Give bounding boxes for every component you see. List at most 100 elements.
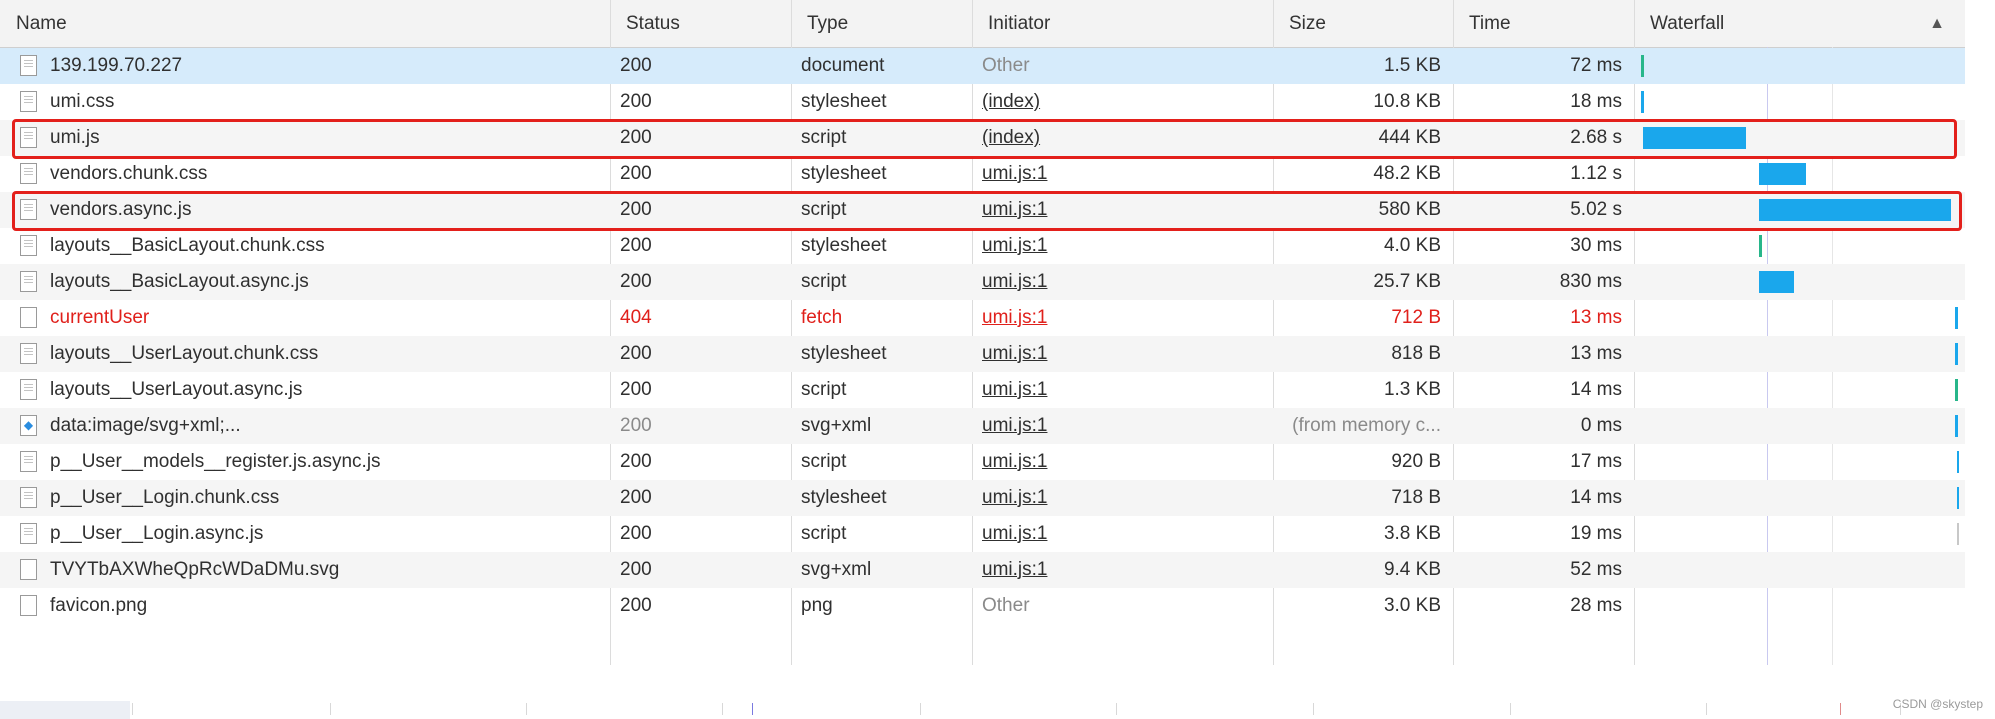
cell-initiator[interactable]: umi.js:1 <box>982 300 1273 336</box>
initiator-link[interactable]: umi.js:1 <box>982 451 1047 472</box>
overview-tick <box>1510 703 1511 715</box>
cell-status: 200 <box>620 379 652 400</box>
document-icon <box>20 523 37 544</box>
cell-type: script <box>801 523 847 544</box>
cell-type: script <box>801 379 847 400</box>
document-icon <box>20 343 37 364</box>
cell-type: stylesheet <box>801 163 887 184</box>
table-row[interactable]: umi.css 200 stylesheet (index) 10.8 KB 18 ms <box>0 84 1965 120</box>
overview-selection[interactable] <box>0 701 130 719</box>
cell-name: TVYTbAXWheQpRcWDaDMu.svg <box>50 559 340 580</box>
column-header-type[interactable]: Type <box>791 0 972 47</box>
network-request-table: Name Status Type Initiator Size Time Waterfall… <box>0 0 1995 665</box>
cell-size: 1.3 KB <box>1383 379 1441 400</box>
cell-initiator[interactable]: umi.js:1 <box>982 228 1273 264</box>
cell-type: script <box>801 451 847 472</box>
waterfall-bar[interactable] <box>1955 415 1959 437</box>
waterfall-bar[interactable] <box>1759 271 1795 293</box>
cell-initiator[interactable]: umi.js:1 <box>982 156 1273 192</box>
overview-tick <box>1313 703 1314 715</box>
cell-initiator[interactable]: umi.js:1 <box>982 480 1273 516</box>
initiator-link[interactable]: umi.js:1 <box>982 415 1047 436</box>
initiator-link[interactable]: umi.js:1 <box>982 163 1047 184</box>
cell-name: p__User__Login.async.js <box>50 523 264 544</box>
table-row[interactable]: p__User__Login.chunk.css 200 stylesheet umi… <box>0 480 1965 516</box>
table-row[interactable]: layouts__BasicLayout.chunk.css 200 stylesh… <box>0 228 1965 264</box>
cell-time: 72 ms <box>1570 55 1622 76</box>
initiator-link[interactable]: umi.js:1 <box>982 307 1047 328</box>
cell-initiator[interactable]: umi.js:1 <box>982 336 1273 372</box>
cell-time: 18 ms <box>1570 91 1622 112</box>
overview-tick <box>920 703 921 715</box>
highlight-box <box>12 191 1962 231</box>
table-row[interactable]: p__User__Login.async.js 200 script umi.js:1… <box>0 516 1965 552</box>
table-row[interactable]: layouts__BasicLayout.async.js 200 script um… <box>0 264 1965 300</box>
table-row[interactable]: p__User__models__register.js.async.js 200… <box>0 444 1965 480</box>
initiator-link[interactable]: (index) <box>982 91 1040 112</box>
waterfall-bar[interactable] <box>1957 523 1959 545</box>
cell-size: 10.8 KB <box>1373 91 1441 112</box>
table-row[interactable]: vendors.chunk.css 200 stylesheet umi.js:1 48… <box>0 156 1965 192</box>
cell-type: png <box>801 595 833 616</box>
waterfall-bar[interactable] <box>1640 55 1644 77</box>
column-header-waterfall[interactable]: Waterfall <box>1634 0 1965 47</box>
cell-initiator: Other <box>982 595 1030 616</box>
table-row[interactable]: layouts__UserLayout.async.js 200 script umi… <box>0 372 1965 408</box>
waterfall-bar[interactable] <box>1955 307 1959 329</box>
initiator-link[interactable]: umi.js:1 <box>982 271 1047 292</box>
table-row[interactable]: data:image/svg+xml;... 200 svg+xml umi.js:1… <box>0 408 1965 444</box>
sort-ascending-icon[interactable]: ▲ <box>1929 0 1945 47</box>
initiator-link[interactable]: umi.js:1 <box>982 343 1047 364</box>
cell-name: vendors.chunk.css <box>50 163 208 184</box>
column-header-status[interactable]: Status <box>610 0 791 47</box>
waterfall-bar[interactable] <box>1759 163 1806 185</box>
cell-initiator[interactable]: umi.js:1 <box>982 552 1273 588</box>
cell-type: script <box>801 271 847 292</box>
table-row[interactable]: TVYTbAXWheQpRcWDaDMu.svg 200 svg+xml umi.js… <box>0 552 1965 588</box>
table-row[interactable]: layouts__UserLayout.chunk.css 200 styleshe… <box>0 336 1965 372</box>
overview-tick <box>1116 703 1117 715</box>
initiator-link[interactable]: umi.js:1 <box>982 523 1047 544</box>
waterfall-bar[interactable] <box>1759 235 1763 257</box>
waterfall-bar[interactable] <box>1640 91 1644 113</box>
initiator-link[interactable]: umi.js:1 <box>982 487 1047 508</box>
cell-size: 920 B <box>1391 451 1441 472</box>
cell-initiator[interactable]: umi.js:1 <box>982 372 1273 408</box>
waterfall-bar[interactable] <box>1955 379 1959 401</box>
cell-name: 139.199.70.227 <box>50 55 183 76</box>
column-header-size[interactable]: Size <box>1273 0 1453 47</box>
table-row[interactable]: 139.199.70.227 200 document Other 1.5 KB 72 m… <box>0 48 1965 84</box>
overview-tick <box>1706 703 1707 715</box>
cell-type: stylesheet <box>801 235 887 256</box>
cell-initiator[interactable]: umi.js:1 <box>982 444 1273 480</box>
column-header-name[interactable]: Name <box>0 0 610 47</box>
column-header-time[interactable]: Time <box>1453 0 1634 47</box>
waterfall-bar[interactable] <box>1957 451 1959 473</box>
cell-name: currentUser <box>50 307 150 328</box>
cell-name: layouts__UserLayout.async.js <box>50 379 303 400</box>
cell-initiator[interactable]: (index) <box>982 84 1273 120</box>
column-header-initiator[interactable]: Initiator <box>972 0 1273 47</box>
cell-initiator[interactable]: umi.js:1 <box>982 516 1273 552</box>
cell-type: svg+xml <box>801 415 872 436</box>
initiator-link[interactable]: umi.js:1 <box>982 559 1047 580</box>
document-icon <box>20 487 37 508</box>
cell-type: document <box>801 55 885 76</box>
cell-initiator[interactable]: umi.js:1 <box>982 408 1273 444</box>
waterfall-bar[interactable] <box>1955 343 1959 365</box>
table-row[interactable]: currentUser 404 fetch umi.js:1 712 B 13 ms <box>0 300 1965 336</box>
waterfall-bar[interactable] <box>1957 487 1959 509</box>
table-header: Name Status Type Initiator Size Time Waterfall… <box>0 0 1965 48</box>
highlight-box <box>12 119 1957 159</box>
cell-time: 830 ms <box>1559 271 1622 292</box>
document-icon <box>20 91 37 112</box>
initiator-link[interactable]: umi.js:1 <box>982 379 1047 400</box>
cell-initiator[interactable]: umi.js:1 <box>982 264 1273 300</box>
overview-marker <box>1840 703 1841 715</box>
initiator-link[interactable]: umi.js:1 <box>982 235 1047 256</box>
cell-type: stylesheet <box>801 487 887 508</box>
cell-size: 4.0 KB <box>1383 235 1441 256</box>
cell-type: svg+xml <box>801 559 872 580</box>
cell-status: 200 <box>620 415 652 436</box>
table-row[interactable]: favicon.png 200 png Other 3.0 KB 28 ms <box>0 588 1965 624</box>
